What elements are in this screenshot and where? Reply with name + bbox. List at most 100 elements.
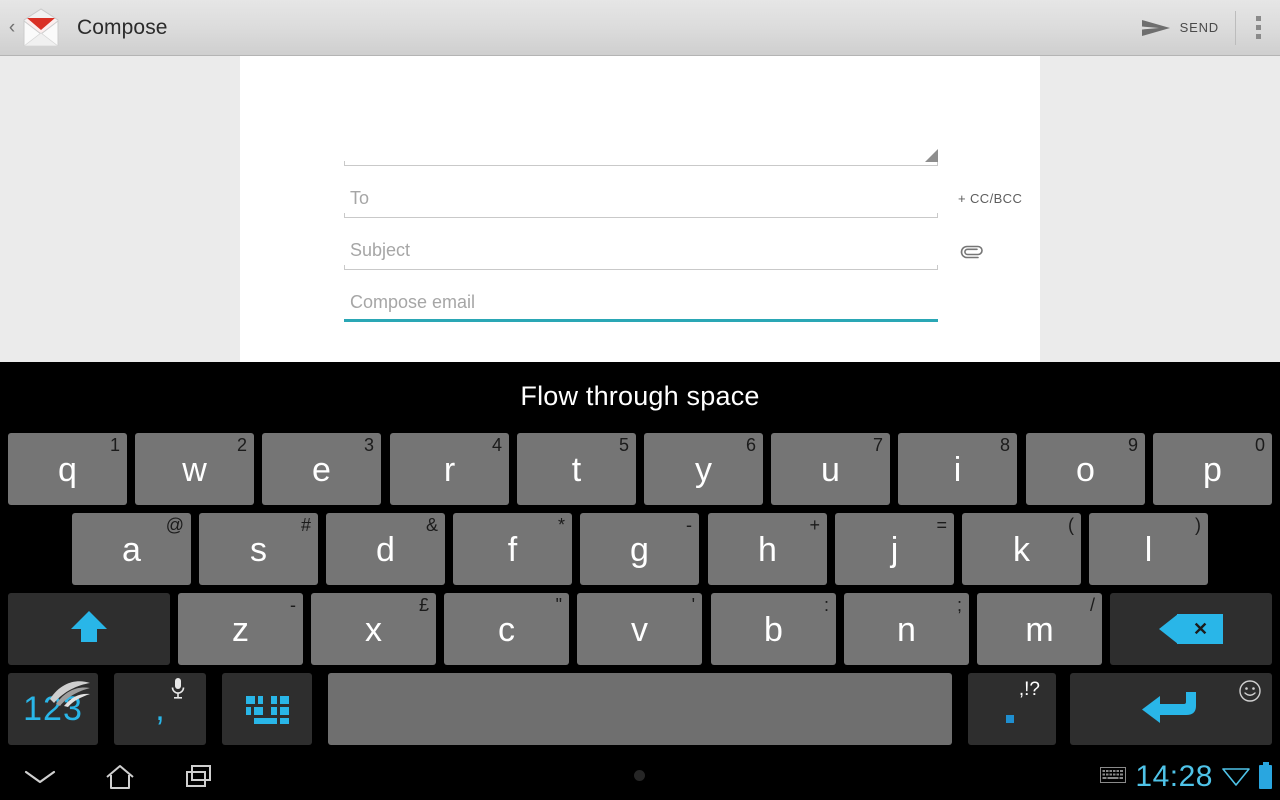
key-c-label: c <box>498 611 515 649</box>
suggestion-text: Flow through space <box>520 380 760 411</box>
key-u[interactable]: u7 <box>771 433 890 505</box>
key-n-hint: ; <box>956 595 962 615</box>
key-s-label: s <box>250 531 267 569</box>
key-b-hint: : <box>823 595 829 615</box>
key-r[interactable]: r4 <box>390 433 509 505</box>
key-period[interactable]: ,!? <box>968 673 1056 745</box>
key-m-label: m <box>1025 611 1054 649</box>
subject-field[interactable]: Subject <box>344 218 938 270</box>
key-o[interactable]: o9 <box>1026 433 1145 505</box>
paperclip-icon[interactable] <box>958 241 984 263</box>
key-keyboard-switch[interactable] <box>222 673 312 745</box>
key-k-label: k <box>1013 531 1030 569</box>
key-b[interactable]: b: <box>711 593 836 665</box>
key-j[interactable]: j = <box>835 513 954 585</box>
key-j-hint: = <box>936 515 947 535</box>
gmail-envelope-logo[interactable] <box>19 6 63 50</box>
key-c[interactable]: c " <box>444 593 569 665</box>
cc-bcc-button[interactable]: + CC/BCC <box>958 191 1022 206</box>
key-n[interactable]: n; <box>844 593 969 665</box>
key-space[interactable] <box>328 673 952 745</box>
key-c-hint: " <box>555 595 562 615</box>
key-f[interactable]: f * <box>453 513 572 585</box>
key-y-hint: 6 <box>745 435 756 455</box>
key-r-hint: 4 <box>491 435 502 455</box>
key-m[interactable]: m / <box>977 593 1102 665</box>
key-i[interactable]: i8 <box>898 433 1017 505</box>
key-v-label: v <box>631 611 648 649</box>
key-shift[interactable] <box>8 593 170 665</box>
key-z-hint: - <box>290 595 296 615</box>
keyboard-row-4: 123 , ,!? <box>0 670 1280 748</box>
status-clock: 14:28 <box>1135 760 1213 793</box>
key-a-label: a <box>122 531 141 569</box>
key-d-label: d <box>376 531 395 569</box>
key-o-hint: 9 <box>1127 435 1138 455</box>
key-enter[interactable] <box>1070 673 1272 745</box>
key-h[interactable]: h + <box>708 513 827 585</box>
hide-keyboard-chevron-icon[interactable] <box>0 754 80 800</box>
key-g[interactable]: g- <box>580 513 699 585</box>
key-p[interactable]: p0 <box>1153 433 1272 505</box>
key-e[interactable]: e3 <box>262 433 381 505</box>
key-t[interactable]: t5 <box>517 433 636 505</box>
swype-swoosh-icon <box>48 677 92 707</box>
key-v-hint: ' <box>691 595 695 615</box>
keyboard-row-3: z - x £ c " v ' b: n; m / ✕ <box>0 590 1280 668</box>
key-backspace[interactable]: ✕ <box>1110 593 1272 665</box>
key-p-hint: 0 <box>1254 435 1265 455</box>
key-a-hint: @ <box>165 515 184 535</box>
send-button[interactable]: SEND <box>1125 0 1235 56</box>
key-v[interactable]: v ' <box>577 593 702 665</box>
compose-card: To Subject Compose email + CC/BCC <box>240 56 1040 362</box>
key-d[interactable]: d & <box>326 513 445 585</box>
key-h-hint: + <box>809 515 820 535</box>
key-comma-label: , <box>155 689 165 728</box>
key-period-dot <box>1006 715 1014 723</box>
key-z[interactable]: z- <box>178 593 303 665</box>
key-j-label: j <box>890 531 899 569</box>
body-field[interactable]: Compose email <box>344 270 938 322</box>
key-y[interactable]: y6 <box>644 433 763 505</box>
subject-placeholder: Subject <box>350 240 411 260</box>
key-l[interactable]: l) <box>1089 513 1208 585</box>
key-b-label: b <box>764 611 783 649</box>
overflow-menu-icon[interactable] <box>1236 0 1280 56</box>
key-x-hint: £ <box>418 595 429 615</box>
battery-full-icon <box>1259 762 1272 789</box>
key-x[interactable]: x £ <box>311 593 436 665</box>
key-p-label: p <box>1203 451 1222 489</box>
spinner-triangle-icon[interactable] <box>925 149 938 162</box>
key-i-hint: 8 <box>999 435 1010 455</box>
key-t-label: t <box>571 451 582 489</box>
key-period-hint: ,!? <box>1018 679 1040 700</box>
system-navigation-bar: 14:28 <box>0 754 1280 800</box>
smiley-face-icon[interactable] <box>1238 679 1262 703</box>
key-comma[interactable]: , <box>114 673 206 745</box>
key-q-label: q <box>58 451 77 489</box>
key-s[interactable]: s # <box>199 513 318 585</box>
key-k[interactable]: k( <box>962 513 1081 585</box>
keyboard-status-icon[interactable] <box>1100 766 1127 789</box>
page-title: Compose <box>77 15 168 39</box>
key-k-hint: ( <box>1068 515 1074 535</box>
key-u-hint: 7 <box>872 435 883 455</box>
suggestion-bar[interactable]: Flow through space <box>0 362 1280 430</box>
key-q[interactable]: q1 <box>8 433 127 505</box>
microphone-icon[interactable] <box>170 677 186 701</box>
key-a[interactable]: a @ <box>72 513 191 585</box>
key-l-label: l <box>1144 531 1153 569</box>
key-u-label: u <box>821 451 840 489</box>
key-m-hint: / <box>1089 595 1095 615</box>
to-field[interactable]: To <box>344 166 938 218</box>
key-w-label: w <box>182 451 207 489</box>
key-f-hint: * <box>557 515 565 535</box>
key-w[interactable]: w2 <box>135 433 254 505</box>
key-g-hint: - <box>686 515 692 535</box>
nav-center-dot <box>634 770 645 781</box>
key-numbers[interactable]: 123 <box>8 673 98 745</box>
from-field[interactable] <box>344 98 938 166</box>
home-icon[interactable] <box>80 754 160 800</box>
recent-apps-icon[interactable] <box>160 754 240 800</box>
key-t-hint: 5 <box>618 435 629 455</box>
